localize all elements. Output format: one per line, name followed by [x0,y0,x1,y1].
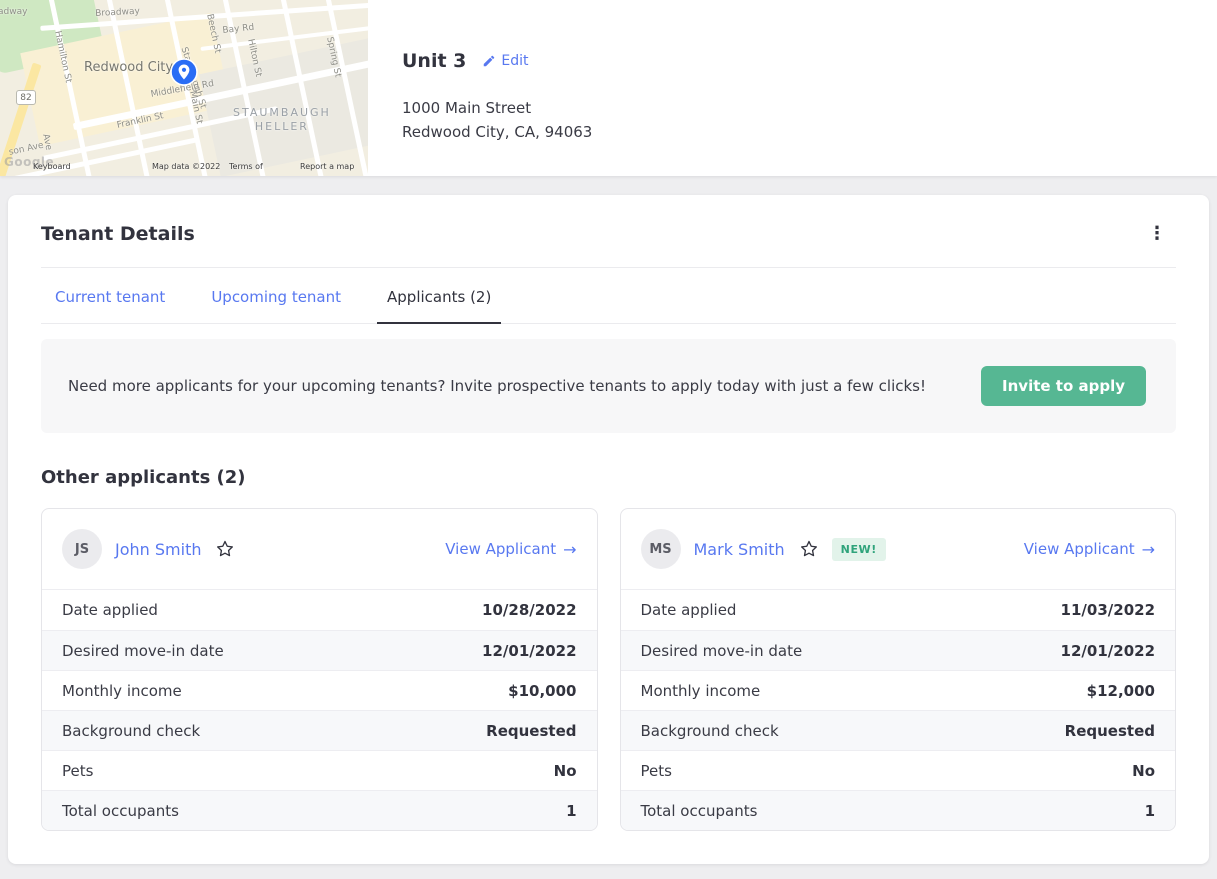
tenant-details-title: Tenant Details [41,223,195,245]
avatar: MS [640,529,681,569]
detail-row: Background check Requested [620,710,1175,750]
view-applicant-link[interactable]: View Applicant → [1024,540,1155,559]
unit-address: 1000 Main Street Redwood City, CA, 94063 [402,96,592,144]
map-report-link[interactable]: Report a map [300,162,354,171]
detail-row: Total occupants 1 [42,790,597,830]
map-keyboard-shortcuts-link[interactable]: Keyboard [33,162,71,171]
detail-row: Monthly income $10,000 [42,670,597,710]
detail-row: Total occupants 1 [620,790,1175,830]
star-icon[interactable] [215,539,235,559]
map-street-label: Bay Rd [222,22,255,36]
view-applicant-link[interactable]: View Applicant → [445,540,576,559]
tab-upcoming-tenant[interactable]: Upcoming tenant [201,268,351,323]
map-data-attribution: Map data ©2022 [152,162,221,171]
arrow-right-icon: → [1141,539,1155,559]
detail-row: Monthly income $12,000 [620,670,1175,710]
kebab-menu-icon[interactable]: ⋮ [1138,225,1176,243]
applicant-card-header: JS John Smith View Applicant → [42,509,597,590]
other-applicants-title: Other applicants (2) [41,467,246,488]
map-district-label: STAUMBAUGH HELLER [233,106,331,133]
unit-info: Unit 3 Edit 1000 Main Street Redwood Cit… [368,0,592,176]
invite-banner-text: Need more applicants for your upcoming t… [68,377,927,395]
tab-current-tenant[interactable]: Current tenant [45,268,175,323]
tab-applicants[interactable]: Applicants (2) [377,268,502,324]
edit-label: Edit [501,53,529,69]
map-city-label: Redwood City [84,60,174,75]
detail-row: Date applied 10/28/2022 [62,601,577,619]
route-82-badge: 82 [16,90,36,105]
address-line-1: 1000 Main Street [402,99,532,117]
detail-row: Pets No [42,750,597,790]
detail-row: Desired move-in date 12/01/2022 [620,630,1175,670]
map[interactable]: adway Broadway Bay Rd Beech St Spring St… [0,0,368,176]
pencil-icon [482,54,496,68]
map-pin-icon[interactable] [170,58,198,90]
applicant-name-link[interactable]: Mark Smith [694,540,785,559]
invite-banner: Need more applicants for your upcoming t… [41,339,1176,433]
applicant-details-list: Date applied 10/28/2022 Desired move-in … [42,590,597,830]
map-street-label: adway [0,7,28,17]
edit-unit-link[interactable]: Edit [482,53,529,69]
detail-row: Date applied 11/03/2022 [640,601,1156,619]
applicant-card-mark-smith: MS Mark Smith NEW! View Applicant → Date… [619,508,1176,831]
detail-row: Desired move-in date 12/01/2022 [42,630,597,670]
applicant-name-link[interactable]: John Smith [115,540,201,559]
invite-to-apply-button[interactable]: Invite to apply [981,366,1146,406]
unit-title: Unit 3 [402,50,467,72]
unit-header-card: adway Broadway Bay Rd Beech St Spring St… [0,0,1217,176]
avatar: JS [62,529,102,569]
arrow-right-icon: → [563,539,577,559]
address-line-2: Redwood City, CA, 94063 [402,123,593,141]
map-terms-link[interactable]: Terms of [229,162,263,171]
tenant-details-header: Tenant Details ⋮ [41,195,1176,268]
applicant-card-header: MS Mark Smith NEW! View Applicant → [620,509,1175,590]
applicant-details-list: Date applied 11/03/2022 Desired move-in … [620,590,1175,830]
star-icon[interactable] [799,539,819,559]
applicant-cards: JS John Smith View Applicant → Date appl… [41,508,1176,831]
detail-row: Pets No [620,750,1175,790]
tenant-details-card: Tenant Details ⋮ Current tenant Upcoming… [8,195,1209,864]
map-street-label: Broadway [95,6,141,19]
applicant-card-john-smith: JS John Smith View Applicant → Date appl… [41,508,598,831]
tenant-details-tabs: Current tenant Upcoming tenant Applicant… [41,268,1176,324]
new-badge: NEW! [831,537,886,561]
detail-row: Background check Requested [42,710,597,750]
